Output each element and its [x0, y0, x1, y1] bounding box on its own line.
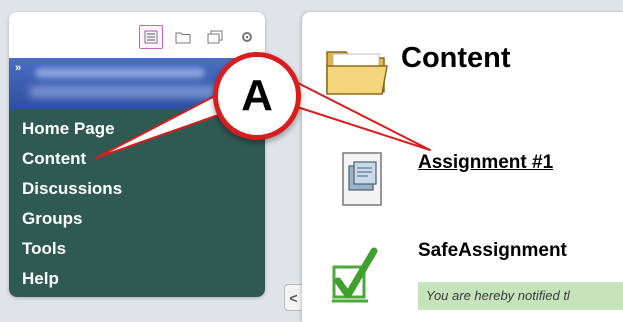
folder-view-button[interactable]	[171, 25, 195, 49]
content-panel: Content Assignment #1 SafeAssignment You…	[302, 12, 623, 322]
page-title: Content	[401, 42, 511, 74]
menu-item-help[interactable]: Help	[9, 264, 265, 294]
assignment-icon	[342, 152, 382, 206]
checkmark-icon	[332, 247, 378, 303]
window-icon	[207, 30, 223, 44]
menu-item-groups[interactable]: Groups	[9, 204, 265, 234]
safeassignment-notice: You are hereby notified tl	[418, 282, 623, 310]
callout-badge: A	[213, 52, 301, 140]
window-view-button[interactable]	[203, 25, 227, 49]
assignment-link[interactable]: Assignment #1	[418, 152, 553, 174]
blurred-course-id	[29, 86, 219, 98]
menu-toolbar	[139, 24, 259, 50]
blurred-course-name	[35, 68, 205, 78]
course-menu: Home Page Content Discussions Groups Too…	[9, 110, 265, 297]
collapse-menu-tab[interactable]: <	[284, 284, 302, 311]
course-menu-panel: » Home Page Content Discussions Groups T…	[9, 12, 265, 297]
menu-item-content[interactable]: Content	[9, 144, 265, 174]
list-icon	[144, 30, 158, 44]
collapse-menu-icon[interactable]: »	[15, 62, 21, 74]
gear-icon	[242, 32, 252, 42]
safeassignment-title[interactable]: SafeAssignment	[418, 240, 567, 262]
content-folder-icon	[326, 51, 388, 95]
menu-item-tools[interactable]: Tools	[9, 234, 265, 264]
list-view-button[interactable]	[139, 25, 163, 49]
settings-button[interactable]	[235, 25, 259, 49]
folder-icon	[175, 32, 191, 44]
menu-item-discussions[interactable]: Discussions	[9, 174, 265, 204]
